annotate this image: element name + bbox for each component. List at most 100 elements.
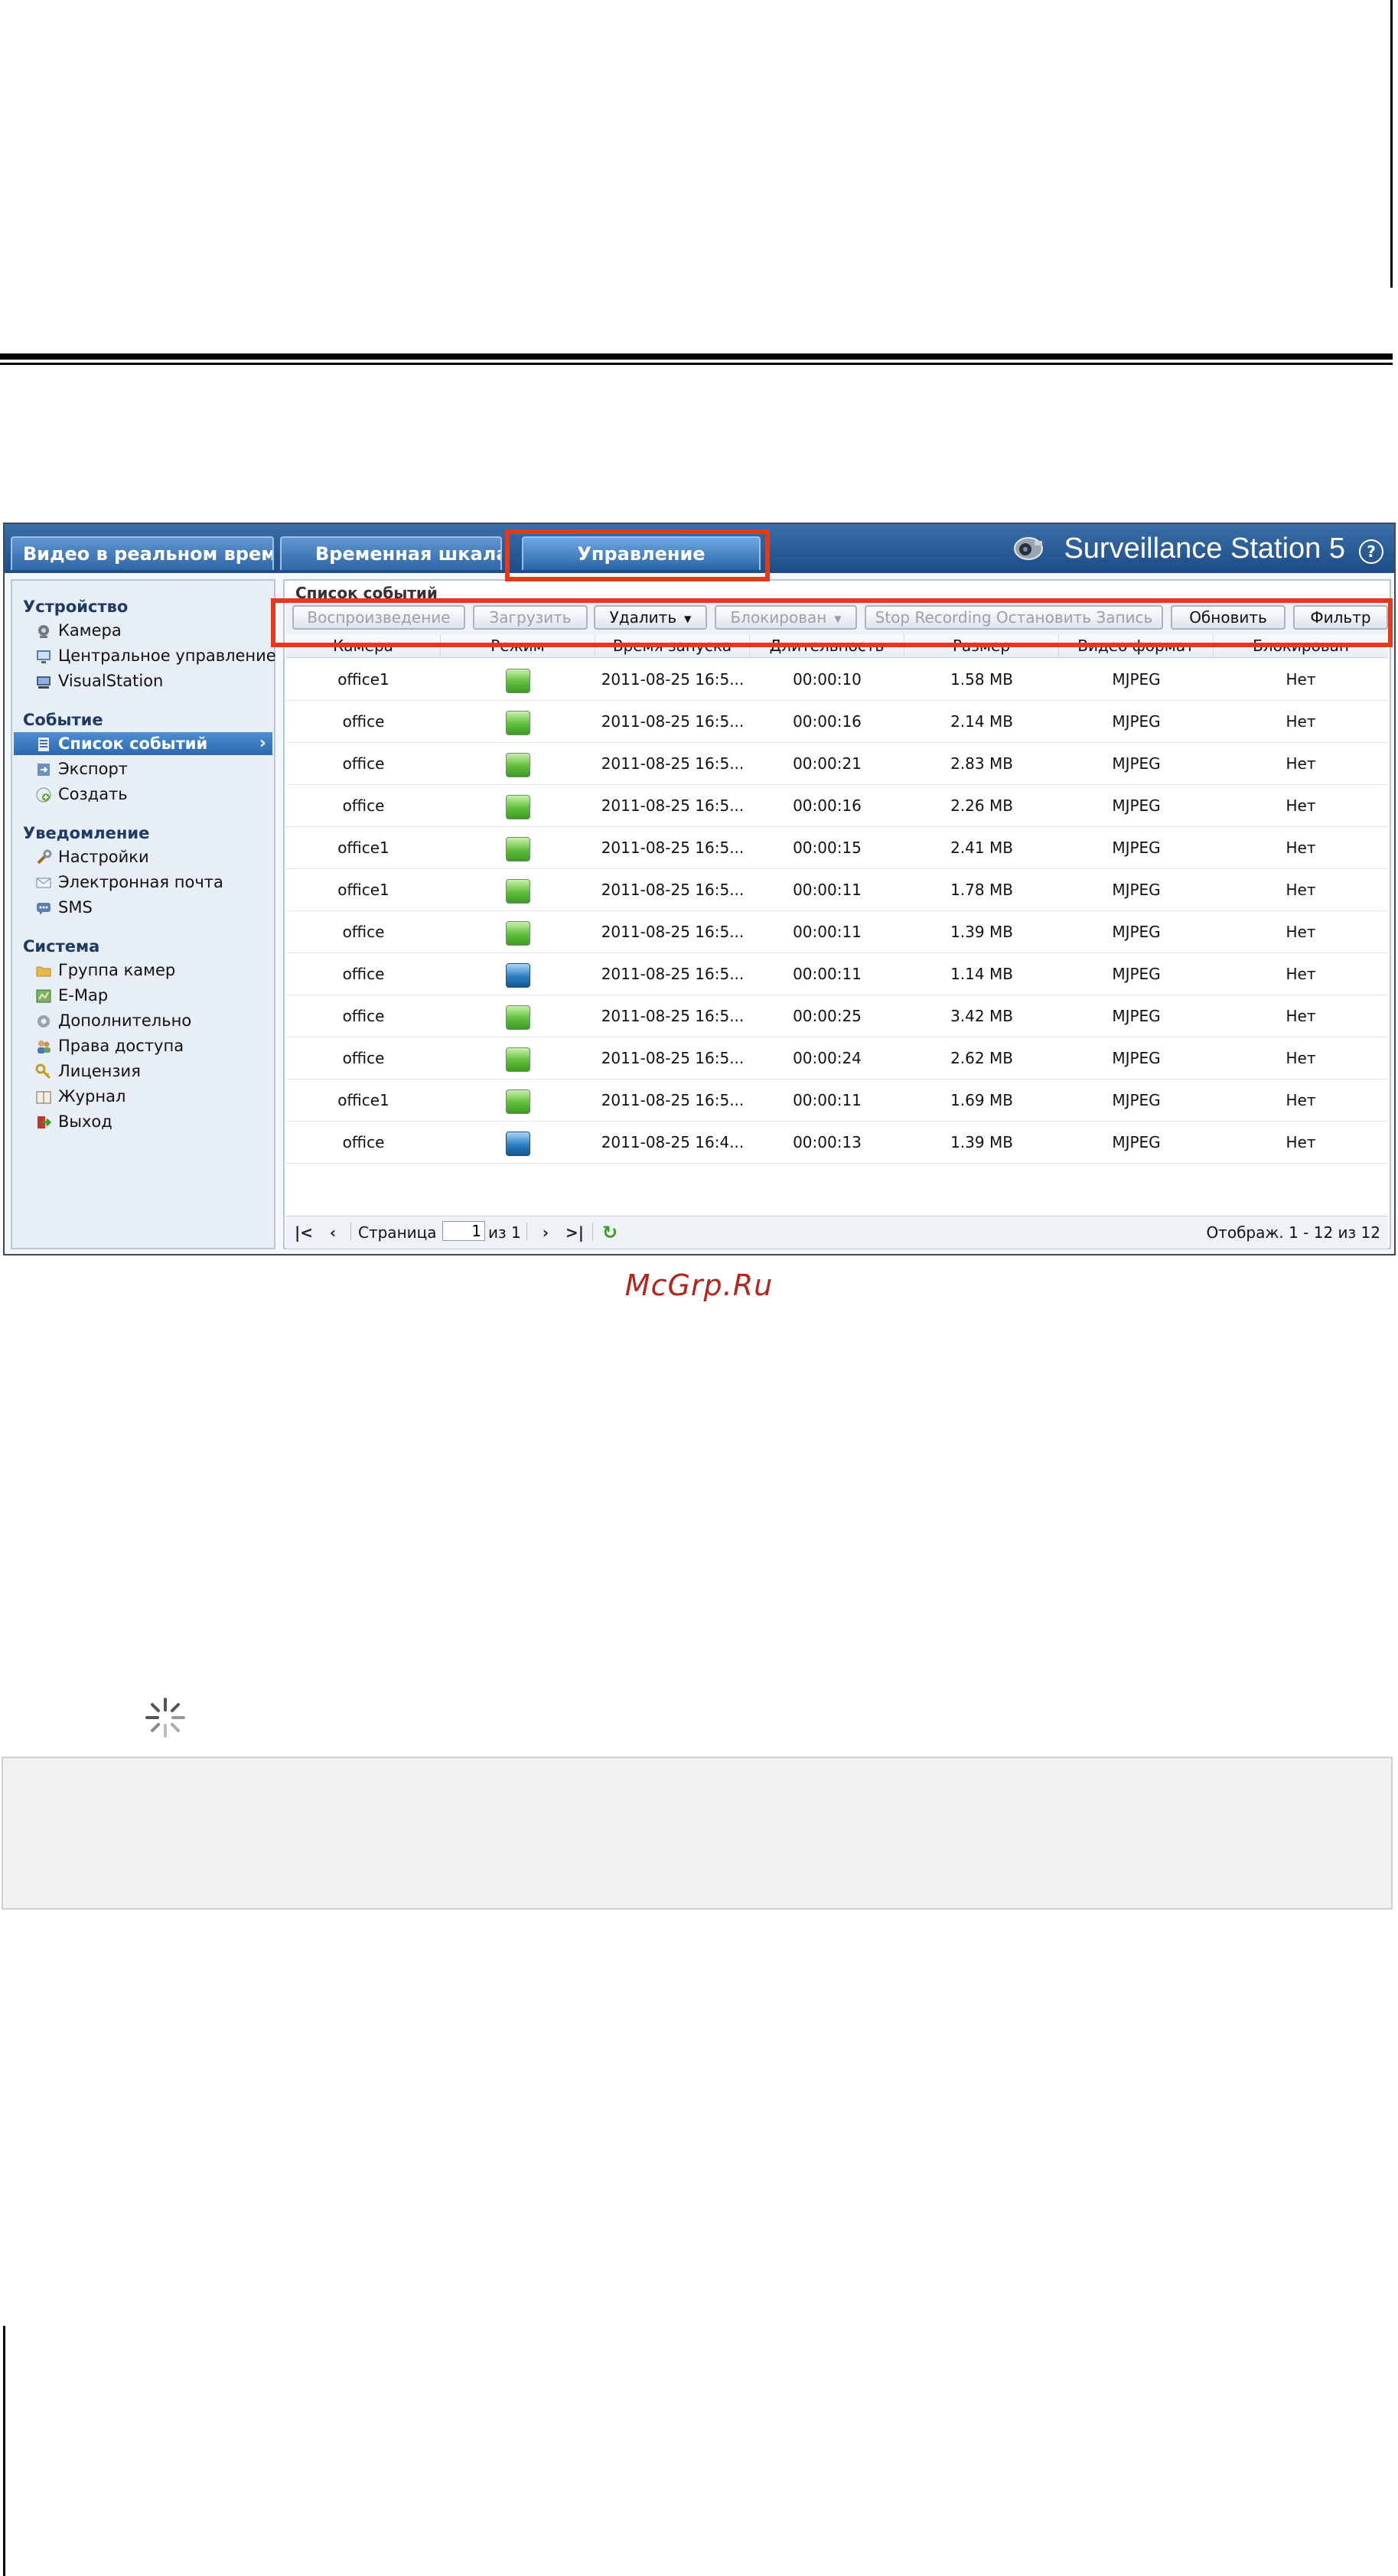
sidebar-item-sms[interactable]: SMS <box>35 896 93 919</box>
table-row[interactable]: office1 2011-08-25 16:5... 00:00:15 2.41 MB… <box>286 827 1388 869</box>
cell-duration: 00:00:10 <box>793 670 862 689</box>
sidebar-item-camera-group[interactable]: Группа камер <box>35 959 175 982</box>
sidebar-item-label: Дополнительно <box>58 1011 192 1030</box>
watermark: McGrp.Ru <box>624 1268 774 1302</box>
cell-start: 2011-08-25 16:5... <box>601 1049 745 1067</box>
sidebar-item-logout[interactable]: Выход <box>35 1110 112 1133</box>
camera-logo-icon <box>1014 537 1043 560</box>
table-row[interactable]: office 2011-08-25 16:5... 00:00:11 1.14 MB M… <box>286 953 1388 995</box>
sidebar-item-create[interactable]: Создать <box>35 783 128 806</box>
table-row[interactable]: office1 2011-08-25 16:5... 00:00:11 1.69 MB… <box>286 1080 1388 1122</box>
table-row[interactable]: office 2011-08-25 16:5... 00:00:16 2.14 MB M… <box>286 701 1388 743</box>
logout-icon <box>37 1116 52 1128</box>
page-number-input[interactable] <box>442 1221 485 1241</box>
sidebar-item-label: Центральное управление <box>58 646 276 665</box>
sidebar-item-export[interactable]: Экспорт <box>35 757 128 780</box>
sidebar-item-access-rights[interactable]: Права доступа <box>35 1034 184 1057</box>
mode-green-icon <box>506 1047 530 1072</box>
cell-duration: 00:00:16 <box>793 796 862 815</box>
key-icon <box>35 1063 51 1080</box>
last-page-icon[interactable]: >| <box>565 1223 585 1242</box>
cell-camera: office <box>342 712 385 731</box>
table-row[interactable]: office1 2011-08-25 16:5... 00:00:11 1.78 MB… <box>286 869 1388 911</box>
cell-format: MJPEG <box>1112 923 1161 941</box>
cell-locked: Нет <box>1286 1091 1316 1109</box>
sidebar-item-settings[interactable]: Настройки <box>35 845 149 868</box>
help-icon[interactable]: ? <box>1359 539 1383 564</box>
sidebar-item-email[interactable]: Электронная почта <box>35 871 223 894</box>
cell-mode <box>441 1037 595 1079</box>
table-row[interactable]: office 2011-08-25 16:5... 00:00:25 3.42 MB M… <box>286 995 1388 1037</box>
cell-camera: office1 <box>337 881 389 899</box>
export-icon <box>37 764 50 776</box>
first-page-icon[interactable]: |< <box>294 1223 314 1242</box>
cell-size: 2.62 MB <box>950 1049 1013 1067</box>
sidebar-item-label: Лицензия <box>58 1062 141 1080</box>
event-list-panel: Список событий Воспроизведение Загрузить… <box>283 579 1391 1249</box>
create-icon <box>36 787 51 803</box>
cell-camera: office1 <box>337 1091 389 1109</box>
mode-green-icon <box>506 710 530 735</box>
cell-size: 1.69 MB <box>950 1091 1013 1109</box>
cell-mode <box>441 911 595 953</box>
cell-size: 1.78 MB <box>950 881 1013 899</box>
cell-duration: 00:00:13 <box>793 1133 862 1151</box>
sidebar-item-central-management[interactable]: Центральное управление <box>35 644 276 667</box>
mode-green-icon <box>506 878 530 904</box>
cell-start: 2011-08-25 16:5... <box>601 796 745 815</box>
highlight-toolbar <box>271 598 1393 647</box>
camera-icon <box>38 625 49 638</box>
sidebar-item-label: Журнал <box>58 1087 126 1106</box>
central-management-icon <box>37 650 51 663</box>
cell-start: 2011-08-25 16:5... <box>601 712 745 731</box>
cell-locked: Нет <box>1286 1007 1316 1025</box>
cell-locked: Нет <box>1286 1133 1316 1151</box>
sidebar-item-emap[interactable]: E-Map <box>35 984 108 1007</box>
sidebar-item-license[interactable]: Лицензия <box>35 1060 141 1083</box>
tab-live-view[interactable]: Видео в реальном времени <box>11 536 274 570</box>
next-page-icon[interactable]: › <box>536 1223 556 1242</box>
cell-mode <box>441 1080 595 1121</box>
page-of-label: из 1 <box>488 1223 521 1242</box>
sidebar-section-device: Устройство <box>23 598 129 616</box>
display-count: Отображ. 1 - 12 из 12 <box>1206 1223 1380 1242</box>
sidebar-item-label: Права доступа <box>58 1037 184 1055</box>
cell-duration: 00:00:21 <box>793 754 862 773</box>
table-row[interactable]: office 2011-08-25 16:5... 00:00:11 1.39 MB M… <box>286 911 1388 953</box>
empty-content-panel <box>2 1757 1393 1910</box>
cell-start: 2011-08-25 16:5... <box>601 881 745 899</box>
cell-start: 2011-08-25 16:5... <box>601 1007 745 1025</box>
cell-duration: 00:00:16 <box>793 712 862 731</box>
table-row[interactable]: office 2011-08-25 16:5... 00:00:21 2.83 MB M… <box>286 743 1388 785</box>
cell-start: 2011-08-25 16:5... <box>601 1091 745 1109</box>
sidebar-item-visualstation[interactable]: VisualStation <box>35 669 163 692</box>
refresh-icon[interactable]: ↻ <box>600 1223 620 1242</box>
sidebar-item-label: Экспорт <box>58 760 129 778</box>
table-row[interactable]: office 2011-08-25 16:5... 00:00:16 2.26 MB M… <box>286 785 1388 827</box>
cell-camera: office <box>342 1133 385 1151</box>
prev-page-icon[interactable]: ‹ <box>323 1223 343 1242</box>
cell-duration: 00:00:11 <box>793 1091 862 1109</box>
cell-format: MJPEG <box>1112 1133 1161 1151</box>
sidebar-item-advanced[interactable]: Дополнительно <box>35 1009 191 1032</box>
cell-size: 1.58 MB <box>950 670 1013 689</box>
sidebar-item-camera[interactable]: Камера <box>35 619 122 642</box>
event-table-body: office1 2011-08-25 16:5... 00:00:10 1.58 MB… <box>286 659 1388 1164</box>
cell-mode <box>441 827 595 868</box>
sidebar-item-log[interactable]: Журнал <box>35 1085 125 1108</box>
cell-camera: office <box>342 965 385 983</box>
table-row[interactable]: office 2011-08-25 16:4... 00:00:13 1.39 MB M… <box>286 1122 1388 1164</box>
table-row[interactable]: office1 2011-08-25 16:5... 00:00:10 1.58 MB… <box>286 659 1388 701</box>
cell-start: 2011-08-25 16:4... <box>601 1133 745 1151</box>
cell-size: 3.42 MB <box>950 1007 1013 1025</box>
sidebar-item-event-list[interactable]: Список событий › <box>14 732 272 755</box>
table-row[interactable]: office 2011-08-25 16:5... 00:00:24 2.62 MB M… <box>286 1037 1388 1080</box>
cell-format: MJPEG <box>1112 796 1161 815</box>
pager-separator <box>526 1223 527 1241</box>
cell-locked: Нет <box>1286 839 1316 857</box>
folder-icon <box>36 966 51 977</box>
tab-timeline[interactable]: Временная шкала <box>280 536 502 570</box>
page-rule-thick <box>0 353 1393 360</box>
map-icon <box>36 989 51 1003</box>
mode-green-icon <box>506 752 530 777</box>
